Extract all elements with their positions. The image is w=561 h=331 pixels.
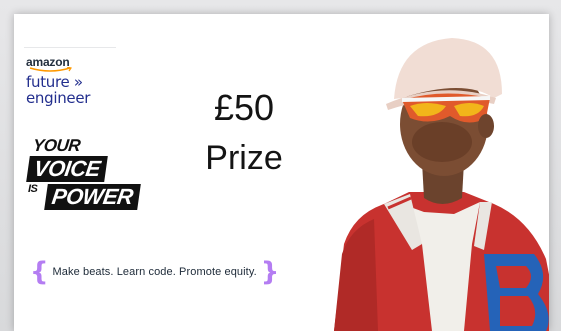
amazon-future-engineer-logo: amazon future » engineer [26,55,136,107]
your-voice-is-power-logo: YOUR VOICE IS POWER [26,136,160,210]
amazon-wordmark: amazon [26,55,70,69]
screen-background: amazon future » engineer YOUR VOICE IS P… [0,0,561,331]
yvp-is: IS [28,183,38,195]
yvp-your: YOUR [32,136,82,155]
future-wordmark: future » [26,73,83,91]
divider [24,47,116,48]
promo-banner: amazon future » engineer YOUR VOICE IS P… [14,14,549,331]
yvp-power: POWER [44,184,141,210]
prize-callout: £50 Prize [194,86,294,180]
tagline-text: Make beats. Learn code. Promote equity. [52,266,257,278]
brace-open-icon: { [30,257,49,287]
prize-amount: £50 [213,87,275,128]
tagline: { Make beats. Learn code. Promote equity… [30,258,279,286]
prize-label: Prize [205,139,283,177]
engineer-wordmark: engineer [26,89,91,107]
yvp-voice: VOICE [26,156,108,182]
brace-close-icon: } [260,257,280,287]
artist-photo [334,38,549,331]
